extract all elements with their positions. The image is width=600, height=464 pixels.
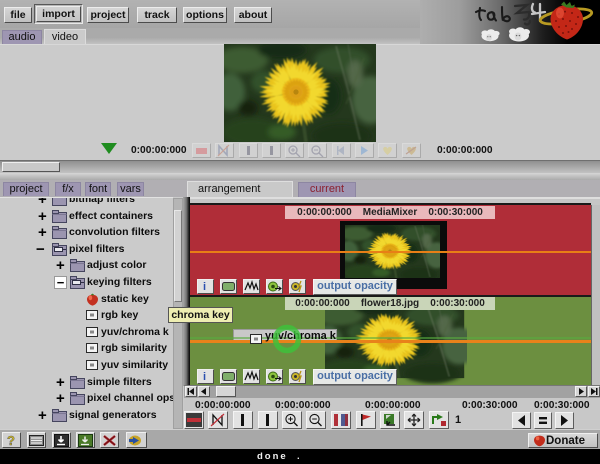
svg-text:?: ? — [7, 433, 15, 448]
